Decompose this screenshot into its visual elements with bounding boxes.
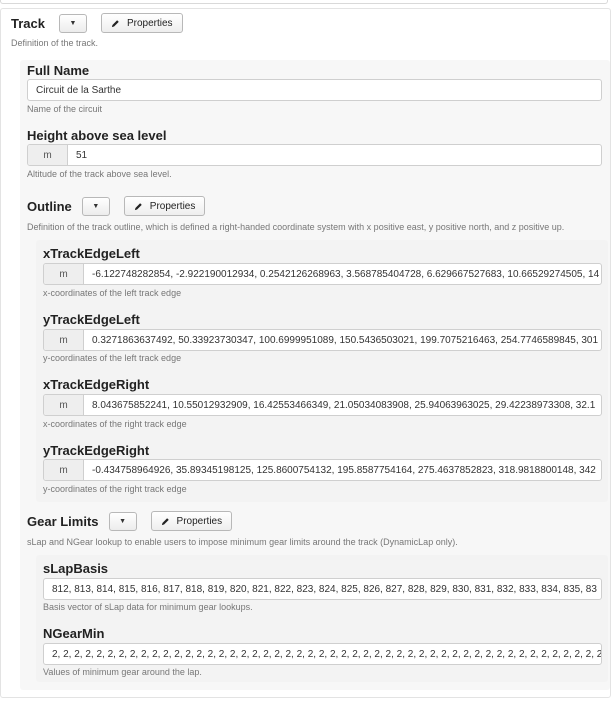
x-track-edge-right-description: x-coordinates of the right track edge [43, 419, 187, 429]
caret-down-icon: ▼ [92, 202, 100, 210]
x-track-edge-left-field[interactable]: m -6.122748282854, -2.922190012934, 0.25… [43, 263, 602, 285]
outline-description: Definition of the track outline, which i… [27, 222, 565, 232]
y-track-edge-right-value: -0.434758964926, 35.89345198125, 125.860… [92, 464, 596, 476]
y-track-edge-right-label: yTrackEdgeRight [43, 443, 150, 458]
gear-limits-description: sLap and NGear lookup to enable users to… [27, 537, 458, 547]
y-track-edge-left-field[interactable]: m 0.3271863637492, 50.33923730347, 100.6… [43, 329, 602, 351]
unit-addon: m [44, 460, 84, 480]
previous-panel-bottom-edge [0, 0, 608, 4]
full-name-field[interactable]: Circuit de la Sarthe [27, 79, 602, 101]
height-label: Height above sea level [27, 128, 167, 143]
gear-limits-properties-button[interactable]: Properties [150, 511, 233, 531]
height-field[interactable]: m 51 [27, 144, 602, 166]
x-track-edge-right-value: 8.043675852241, 10.55012932909, 16.42553… [92, 399, 596, 411]
full-name-description: Name of the circuit [27, 104, 103, 114]
track-properties-button[interactable]: Properties [100, 13, 183, 33]
track-header: Track ▼ Properties [11, 13, 183, 33]
properties-label: Properties [149, 200, 196, 212]
unit-addon: m [44, 264, 84, 284]
slap-basis-description: Basis vector of sLap data for minimum ge… [43, 602, 253, 612]
x-track-edge-right-label: xTrackEdgeRight [43, 377, 150, 392]
y-track-edge-left-value: 0.3271863637492, 50.33923730347, 100.699… [92, 334, 599, 346]
slap-basis-label: sLapBasis [43, 561, 109, 576]
slap-basis-field[interactable]: 812, 813, 814, 815, 816, 817, 818, 819, … [43, 578, 602, 600]
gear-limits-label: Gear Limits [27, 513, 99, 529]
full-name-label: Full Name [27, 63, 90, 78]
track-dropdown-button[interactable]: ▼ [58, 13, 87, 33]
unit-addon: m [28, 145, 68, 165]
properties-label: Properties [176, 515, 223, 527]
x-track-edge-left-value: -6.122748282854, -2.922190012934, 0.2542… [92, 268, 600, 280]
gear-limits-dropdown-button[interactable]: ▼ [108, 511, 137, 531]
outline-properties-button[interactable]: Properties [123, 196, 206, 216]
y-track-edge-left-label: yTrackEdgeLeft [43, 312, 140, 327]
ngear-min-label: NGearMin [43, 626, 105, 641]
outline-dropdown-button[interactable]: ▼ [81, 196, 110, 216]
y-track-edge-left-description: y-coordinates of the left track edge [43, 353, 182, 363]
slap-basis-value: 812, 813, 814, 815, 816, 817, 818, 819, … [52, 583, 597, 595]
pencil-icon [111, 19, 120, 28]
properties-label: Properties [126, 17, 173, 29]
height-description: Altitude of the track above sea level. [27, 169, 172, 179]
full-name-value: Circuit de la Sarthe [36, 84, 122, 96]
outline-label: Outline [27, 198, 72, 214]
ngear-min-description: Values of minimum gear around the lap. [43, 667, 202, 677]
gear-limits-header: Gear Limits ▼ Properties [27, 511, 233, 531]
x-track-edge-right-field[interactable]: m 8.043675852241, 10.55012932909, 16.425… [43, 394, 602, 416]
caret-down-icon: ▼ [69, 19, 77, 27]
caret-down-icon: ▼ [119, 517, 126, 525]
x-track-edge-left-description: x-coordinates of the left track edge [43, 288, 182, 298]
track-label: Track [11, 15, 45, 31]
outline-header: Outline ▼ Properties [27, 196, 206, 216]
x-track-edge-left-label: xTrackEdgeLeft [43, 246, 140, 261]
track-description: Definition of the track. [11, 38, 99, 48]
ngear-min-field[interactable]: 2, 2, 2, 2, 2, 2, 2, 2, 2, 2, 2, 2, 2, 2… [43, 643, 602, 665]
y-track-edge-right-description: y-coordinates of the right track edge [43, 484, 187, 494]
unit-addon: m [44, 395, 84, 415]
unit-addon: m [44, 330, 84, 350]
pencil-icon [161, 517, 170, 526]
pencil-icon [134, 202, 143, 211]
ngear-min-value: 2, 2, 2, 2, 2, 2, 2, 2, 2, 2, 2, 2, 2, 2… [52, 648, 601, 660]
height-value: 51 [76, 149, 88, 161]
y-track-edge-right-field[interactable]: m -0.434758964926, 35.89345198125, 125.8… [43, 459, 602, 481]
